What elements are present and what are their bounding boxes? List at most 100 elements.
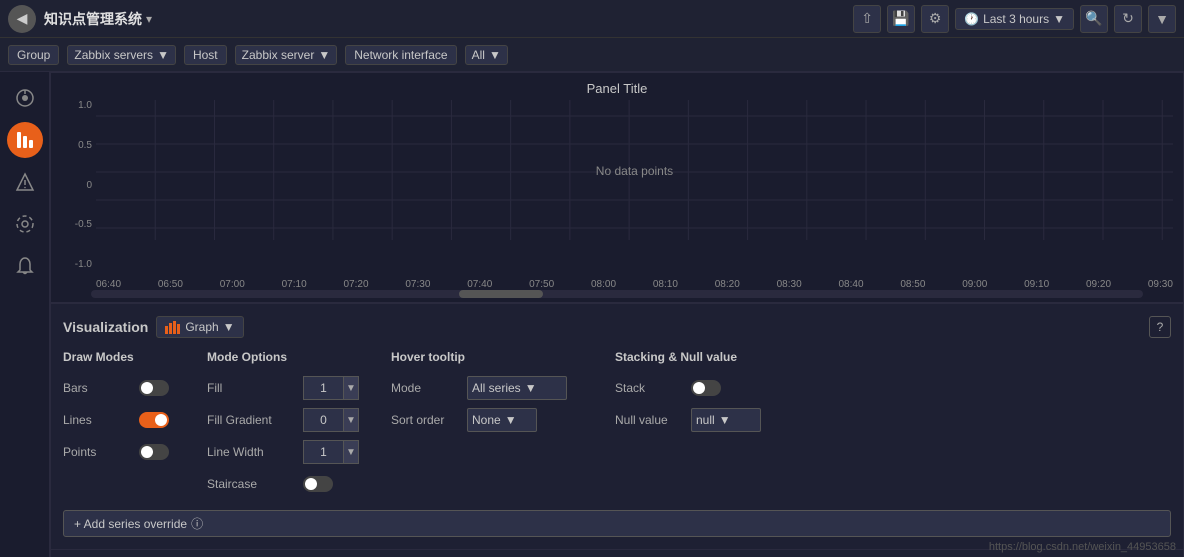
fill-gradient-number-select: ▼ bbox=[303, 408, 359, 432]
visualization-panel: Visualization Graph ▼ ? Draw Modes bbox=[50, 303, 1184, 550]
panel-header: Visualization Graph ▼ ? bbox=[63, 316, 1171, 338]
x-label-12: 08:30 bbox=[777, 279, 802, 290]
null-value-select[interactable]: null ▼ bbox=[691, 408, 761, 432]
options-grid: Draw Modes Bars Lines Points bbox=[63, 350, 1171, 498]
stack-toggle[interactable] bbox=[691, 380, 721, 396]
sort-order-select[interactable]: None ▼ bbox=[467, 408, 537, 432]
help-button[interactable]: ? bbox=[1149, 316, 1171, 338]
graph-type-dropdown[interactable]: Graph ▼ bbox=[156, 316, 243, 338]
mode-hover-option: Mode All series ▼ bbox=[391, 374, 591, 402]
chart-container: Panel Title 1.0 0.5 0 -0.5 -1.0 bbox=[50, 72, 1184, 303]
x-label-10: 08:10 bbox=[653, 279, 678, 290]
content-area: Panel Title 1.0 0.5 0 -0.5 -1.0 bbox=[50, 72, 1184, 557]
y-label-2: 0.5 bbox=[65, 140, 92, 151]
x-label-1: 06:40 bbox=[96, 279, 121, 290]
null-value-value: null bbox=[696, 413, 715, 427]
fill-arrow-btn[interactable]: ▼ bbox=[343, 376, 359, 400]
x-label-4: 07:10 bbox=[282, 279, 307, 290]
x-label-9: 08:00 bbox=[591, 279, 616, 290]
graph-icon bbox=[165, 320, 181, 334]
add-override-button[interactable]: + Add series override ⓘ bbox=[63, 510, 1171, 537]
host-filter[interactable]: Host bbox=[184, 45, 227, 65]
share-icon-btn[interactable]: ⇧ bbox=[853, 5, 881, 33]
sort-order-option: Sort order None ▼ bbox=[391, 406, 591, 434]
points-option: Points bbox=[63, 438, 183, 466]
all-filter[interactable]: All ▼ bbox=[465, 45, 508, 65]
zabbix-server-filter[interactable]: Zabbix server ▼ bbox=[235, 45, 338, 65]
fill-input[interactable] bbox=[303, 376, 343, 400]
svg-text:No data points: No data points bbox=[596, 164, 673, 178]
left-sidebar bbox=[0, 72, 50, 557]
x-label-8: 07:50 bbox=[529, 279, 554, 290]
graph-type-label: Graph bbox=[185, 320, 218, 334]
staircase-toggle[interactable] bbox=[303, 476, 333, 492]
draw-modes-column: Draw Modes Bars Lines Points bbox=[63, 350, 183, 498]
chart-scrollbar-thumb[interactable] bbox=[459, 290, 543, 298]
sidebar-icon-alert[interactable] bbox=[7, 164, 43, 200]
fill-gradient-input[interactable] bbox=[303, 408, 343, 432]
y-label-4: -0.5 bbox=[65, 219, 92, 230]
fill-gradient-option: Fill Gradient ▼ bbox=[207, 406, 367, 434]
x-label-18: 09:30 bbox=[1148, 279, 1173, 290]
network-interface-filter[interactable]: Network interface bbox=[345, 45, 456, 65]
x-label-2: 06:50 bbox=[158, 279, 183, 290]
group-filter[interactable]: Group bbox=[8, 45, 59, 65]
staircase-option: Staircase bbox=[207, 470, 367, 498]
x-label-17: 09:20 bbox=[1086, 279, 1111, 290]
line-width-input[interactable] bbox=[303, 440, 343, 464]
back-button[interactable]: ◀ bbox=[8, 5, 36, 33]
sidebar-icon-settings[interactable] bbox=[7, 206, 43, 242]
more-btn[interactable]: ▼ bbox=[1148, 5, 1176, 33]
chart-scrollbar[interactable] bbox=[91, 290, 1143, 298]
x-label-3: 07:00 bbox=[220, 279, 245, 290]
search-btn[interactable]: 🔍 bbox=[1080, 5, 1108, 33]
chart-svg: No data points bbox=[96, 100, 1173, 260]
add-override-area: + Add series override ⓘ bbox=[63, 510, 1171, 537]
graph-type-arrow: ▼ bbox=[223, 320, 235, 334]
x-label-11: 08:20 bbox=[715, 279, 740, 290]
x-label-14: 08:50 bbox=[900, 279, 925, 290]
bars-label: Bars bbox=[63, 381, 133, 395]
chart-title: Panel Title bbox=[51, 81, 1183, 96]
mode-options-title: Mode Options bbox=[207, 350, 367, 364]
time-label: Last 3 hours bbox=[983, 12, 1049, 26]
x-label-16: 09:10 bbox=[1024, 279, 1049, 290]
time-selector[interactable]: 🕐 Last 3 hours ▼ bbox=[955, 8, 1074, 30]
fill-label: Fill bbox=[207, 381, 297, 395]
save-icon-btn[interactable]: 💾 bbox=[887, 5, 915, 33]
chart-inner: 1.0 0.5 0 -0.5 -1.0 bbox=[61, 100, 1173, 290]
hover-tooltip-title: Hover tooltip bbox=[391, 350, 591, 364]
x-label-6: 07:30 bbox=[405, 279, 430, 290]
settings-icon-btn[interactable]: ⚙ bbox=[921, 5, 949, 33]
points-toggle[interactable] bbox=[139, 444, 169, 460]
sidebar-icon-monitor[interactable] bbox=[7, 122, 43, 158]
top-nav: ◀ 知识点管理系统 ▾ ⇧ 💾 ⚙ 🕐 Last 3 hours ▼ 🔍 ↻ ▼ bbox=[0, 0, 1184, 38]
hover-tooltip-column: Hover tooltip Mode All series ▼ Sort ord… bbox=[391, 350, 591, 498]
sidebar-icon-dashboard[interactable] bbox=[7, 80, 43, 116]
nav-title: 知识点管理系统 bbox=[44, 9, 142, 29]
fill-option: Fill ▼ bbox=[207, 374, 367, 402]
sort-order-label: Sort order bbox=[391, 413, 461, 427]
line-width-label: Line Width bbox=[207, 445, 297, 459]
nav-arrow: ▾ bbox=[146, 12, 152, 26]
sort-order-value: None bbox=[472, 413, 501, 427]
line-width-arrow-btn[interactable]: ▼ bbox=[343, 440, 359, 464]
sidebar-icon-notification[interactable] bbox=[7, 248, 43, 284]
refresh-btn[interactable]: ↻ bbox=[1114, 5, 1142, 33]
mode-hover-select[interactable]: All series ▼ bbox=[467, 376, 567, 400]
x-label-7: 07:40 bbox=[467, 279, 492, 290]
fill-gradient-label: Fill Gradient bbox=[207, 413, 297, 427]
fill-number-select: ▼ bbox=[303, 376, 359, 400]
bars-option: Bars bbox=[63, 374, 183, 402]
points-label: Points bbox=[63, 445, 133, 459]
bars-toggle[interactable] bbox=[139, 380, 169, 396]
fill-gradient-arrow-btn[interactable]: ▼ bbox=[343, 408, 359, 432]
lines-toggle[interactable] bbox=[139, 412, 169, 428]
x-label-15: 09:00 bbox=[962, 279, 987, 290]
zabbix-servers-filter[interactable]: Zabbix servers ▼ bbox=[67, 45, 176, 65]
stacking-null-title: Stacking & Null value bbox=[615, 350, 815, 364]
lines-option: Lines bbox=[63, 406, 183, 434]
mode-hover-label: Mode bbox=[391, 381, 461, 395]
y-axis: 1.0 0.5 0 -0.5 -1.0 bbox=[61, 100, 96, 270]
line-width-number-select: ▼ bbox=[303, 440, 359, 464]
